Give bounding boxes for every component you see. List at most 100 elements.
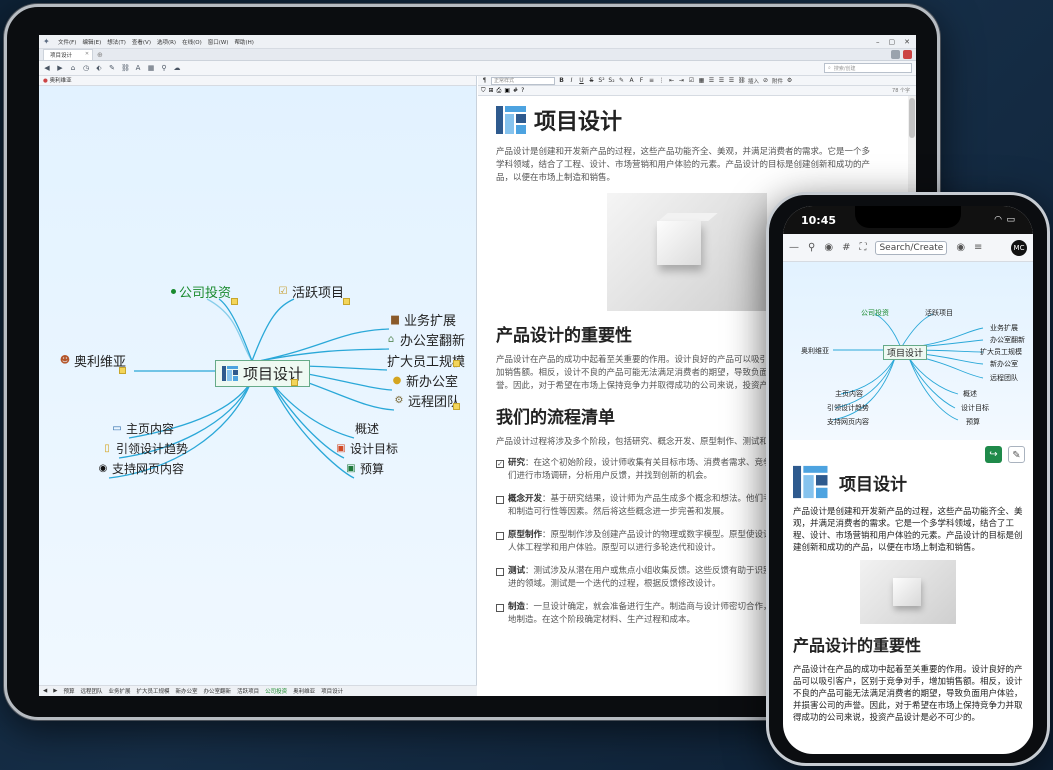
share-icon[interactable]: ↪ xyxy=(985,446,1002,463)
link-icon[interactable]: ⛓ xyxy=(121,64,130,72)
phone-mindmap[interactable]: 公司投资 活跃项目 业务扩展 办公室翻新 扩大员工规模 新办公室 远程团队 奥利… xyxy=(783,262,1033,440)
history-icon[interactable]: ◷ xyxy=(82,64,90,72)
task-checkbox[interactable] xyxy=(496,568,504,576)
node-new-office[interactable]: 新办公室 xyxy=(990,359,1018,369)
forward-icon[interactable]: ▶ xyxy=(56,64,64,72)
node-olivia[interactable]: 奥利维亚 xyxy=(801,346,829,356)
note-icon[interactable] xyxy=(453,360,460,367)
bold-icon[interactable]: B xyxy=(558,77,565,84)
table-icon[interactable]: ▦ xyxy=(698,77,705,84)
cloud-icon[interactable]: ☁ xyxy=(173,64,181,72)
node-new-office[interactable]: ● 新办公室 xyxy=(391,371,458,391)
italic-icon[interactable]: I xyxy=(568,77,575,84)
search-input[interactable]: ⌕ 搜索/创建 xyxy=(824,63,912,73)
node-homepage-content[interactable]: ▭ 主页内容 xyxy=(111,420,174,437)
menu-thought[interactable]: 想法(T) xyxy=(107,38,126,46)
indent-icon[interactable]: ⇥ xyxy=(678,77,685,84)
node-overview[interactable]: 概述 xyxy=(355,420,379,437)
attach-icon[interactable]: ⊘ xyxy=(762,77,769,84)
back-icon[interactable]: ◀ xyxy=(43,64,51,72)
settings-icon[interactable]: ⚙ xyxy=(786,77,793,84)
node-budget[interactable]: ▣ 预算 xyxy=(345,460,384,477)
node-company-invest[interactable]: 公司投资 xyxy=(861,308,889,318)
node-active-projects[interactable]: ☑ 活跃项目 xyxy=(277,282,345,302)
home-icon[interactable]: ⌂ xyxy=(69,64,77,72)
subscript-icon[interactable]: S₂ xyxy=(608,77,615,84)
menu-edit[interactable]: 编辑(E) xyxy=(82,38,101,46)
note-icon[interactable] xyxy=(119,367,126,374)
scrollbar-thumb[interactable] xyxy=(909,98,915,138)
scroll-left-icon[interactable]: ◀ xyxy=(43,688,47,694)
central-topic[interactable]: 项目设计 xyxy=(883,345,928,360)
underline-icon[interactable]: U xyxy=(578,77,585,84)
mindmap-pane[interactable]: ● 奥利维亚 公司投资 ☑ 活跃项目 ▆ 业务扩展 ⌂ 办公室翻新 扩大员工规模… xyxy=(39,76,477,696)
note-icon[interactable] xyxy=(453,403,460,410)
minimize-icon[interactable]: – xyxy=(876,38,880,46)
strike-icon[interactable]: S xyxy=(588,77,595,84)
node-support-web[interactable]: 支持网页内容 xyxy=(827,417,869,427)
node-design-trend[interactable]: 引领设计趋势 xyxy=(827,403,869,413)
save-icon[interactable]: ▣ xyxy=(504,87,510,94)
bottom-tab[interactable]: 业务扩展 xyxy=(109,687,131,695)
bottom-tab[interactable]: 活跃项目 xyxy=(237,687,259,695)
pin-icon[interactable]: ⚲ xyxy=(808,242,815,253)
node-active-projects[interactable]: 活跃项目 xyxy=(925,308,953,318)
outdent-icon[interactable]: ⇤ xyxy=(668,77,675,84)
menu-icon[interactable]: — xyxy=(789,242,799,253)
font-icon[interactable]: F xyxy=(638,77,645,84)
node-expand-staff[interactable]: 扩大员工规模 xyxy=(980,347,1022,357)
note-icon[interactable] xyxy=(343,298,350,305)
menu-window[interactable]: 窗口(W) xyxy=(208,38,229,46)
task-checkbox[interactable] xyxy=(496,496,504,504)
scroll-right-icon[interactable]: ▶ xyxy=(53,688,57,694)
edit-icon[interactable]: ✎ xyxy=(1008,446,1025,463)
user-avatar-icon[interactable] xyxy=(903,50,912,59)
node-remote-team[interactable]: ⚙ 远程团队 xyxy=(393,391,461,411)
grid-icon[interactable]: ▦ xyxy=(147,64,155,72)
attach-button[interactable]: 附件 xyxy=(772,77,783,85)
print-icon[interactable]: ⎙ xyxy=(497,87,502,95)
phone-search-button[interactable]: Search/Create xyxy=(875,240,948,255)
node-design-goal[interactable]: 设计目标 xyxy=(961,403,989,413)
align-right-icon[interactable]: ☰ xyxy=(728,77,735,84)
bottom-tab[interactable]: 办公室翻新 xyxy=(204,687,232,695)
font-color-icon[interactable]: A xyxy=(628,77,635,84)
note-icon[interactable] xyxy=(291,379,298,386)
note-icon[interactable] xyxy=(231,298,238,305)
pin-icon[interactable]: ✎ xyxy=(108,64,116,72)
help-icon[interactable]: ? xyxy=(521,87,524,94)
eye-icon[interactable]: ◉ xyxy=(956,242,965,253)
tab-project-design[interactable]: 项目设计 ✕ xyxy=(43,49,94,60)
tag-icon[interactable]: ⬖ xyxy=(95,64,103,72)
menu-options[interactable]: 选项(R) xyxy=(157,38,176,46)
text-icon[interactable]: A xyxy=(134,64,142,72)
target-icon[interactable]: ◉ xyxy=(824,242,833,253)
bottom-tab[interactable]: 奥利维亚 xyxy=(293,687,315,695)
tab-close-icon[interactable]: ✕ xyxy=(85,51,89,57)
menu-online[interactable]: 在线(O) xyxy=(182,38,202,46)
task-checkbox[interactable]: ✓ xyxy=(496,460,504,468)
maximize-icon[interactable]: ▢ xyxy=(889,38,896,46)
node-company-invest[interactable]: 公司投资 xyxy=(171,282,231,301)
node-business-expansion[interactable]: ▆ 业务扩展 xyxy=(389,310,456,330)
number-list-icon[interactable]: ⋮ xyxy=(658,77,665,84)
style-icon[interactable]: ¶ xyxy=(481,77,488,84)
node-support-web[interactable]: ◉ 支持网页内容 xyxy=(97,460,184,477)
node-office-renovation[interactable]: 办公室翻新 xyxy=(990,335,1025,345)
filter-icon[interactable]: ⛉ xyxy=(481,87,486,95)
sync-icon[interactable] xyxy=(891,50,900,59)
add-tab-icon[interactable]: ⊕ xyxy=(97,50,103,60)
bottom-tab[interactable]: 远程团队 xyxy=(80,687,102,695)
node-homepage-content[interactable]: 主页内容 xyxy=(835,389,863,399)
node-remote-team[interactable]: 远程团队 xyxy=(990,373,1018,383)
task-checkbox[interactable] xyxy=(496,604,504,612)
close-icon[interactable]: ✕ xyxy=(904,38,910,46)
sliders-icon[interactable]: ≡ xyxy=(974,242,982,253)
expand-icon[interactable]: ⊞ xyxy=(489,87,494,94)
node-olivia[interactable]: ☻ 奥利维亚 xyxy=(59,351,126,371)
hash-icon[interactable]: # xyxy=(513,87,518,94)
hash-icon[interactable]: # xyxy=(842,242,850,253)
bottom-tab[interactable]: 项目设计 xyxy=(321,687,343,695)
bottom-tab[interactable]: 预算 xyxy=(63,687,74,695)
node-business-expansion[interactable]: 业务扩展 xyxy=(990,323,1018,333)
